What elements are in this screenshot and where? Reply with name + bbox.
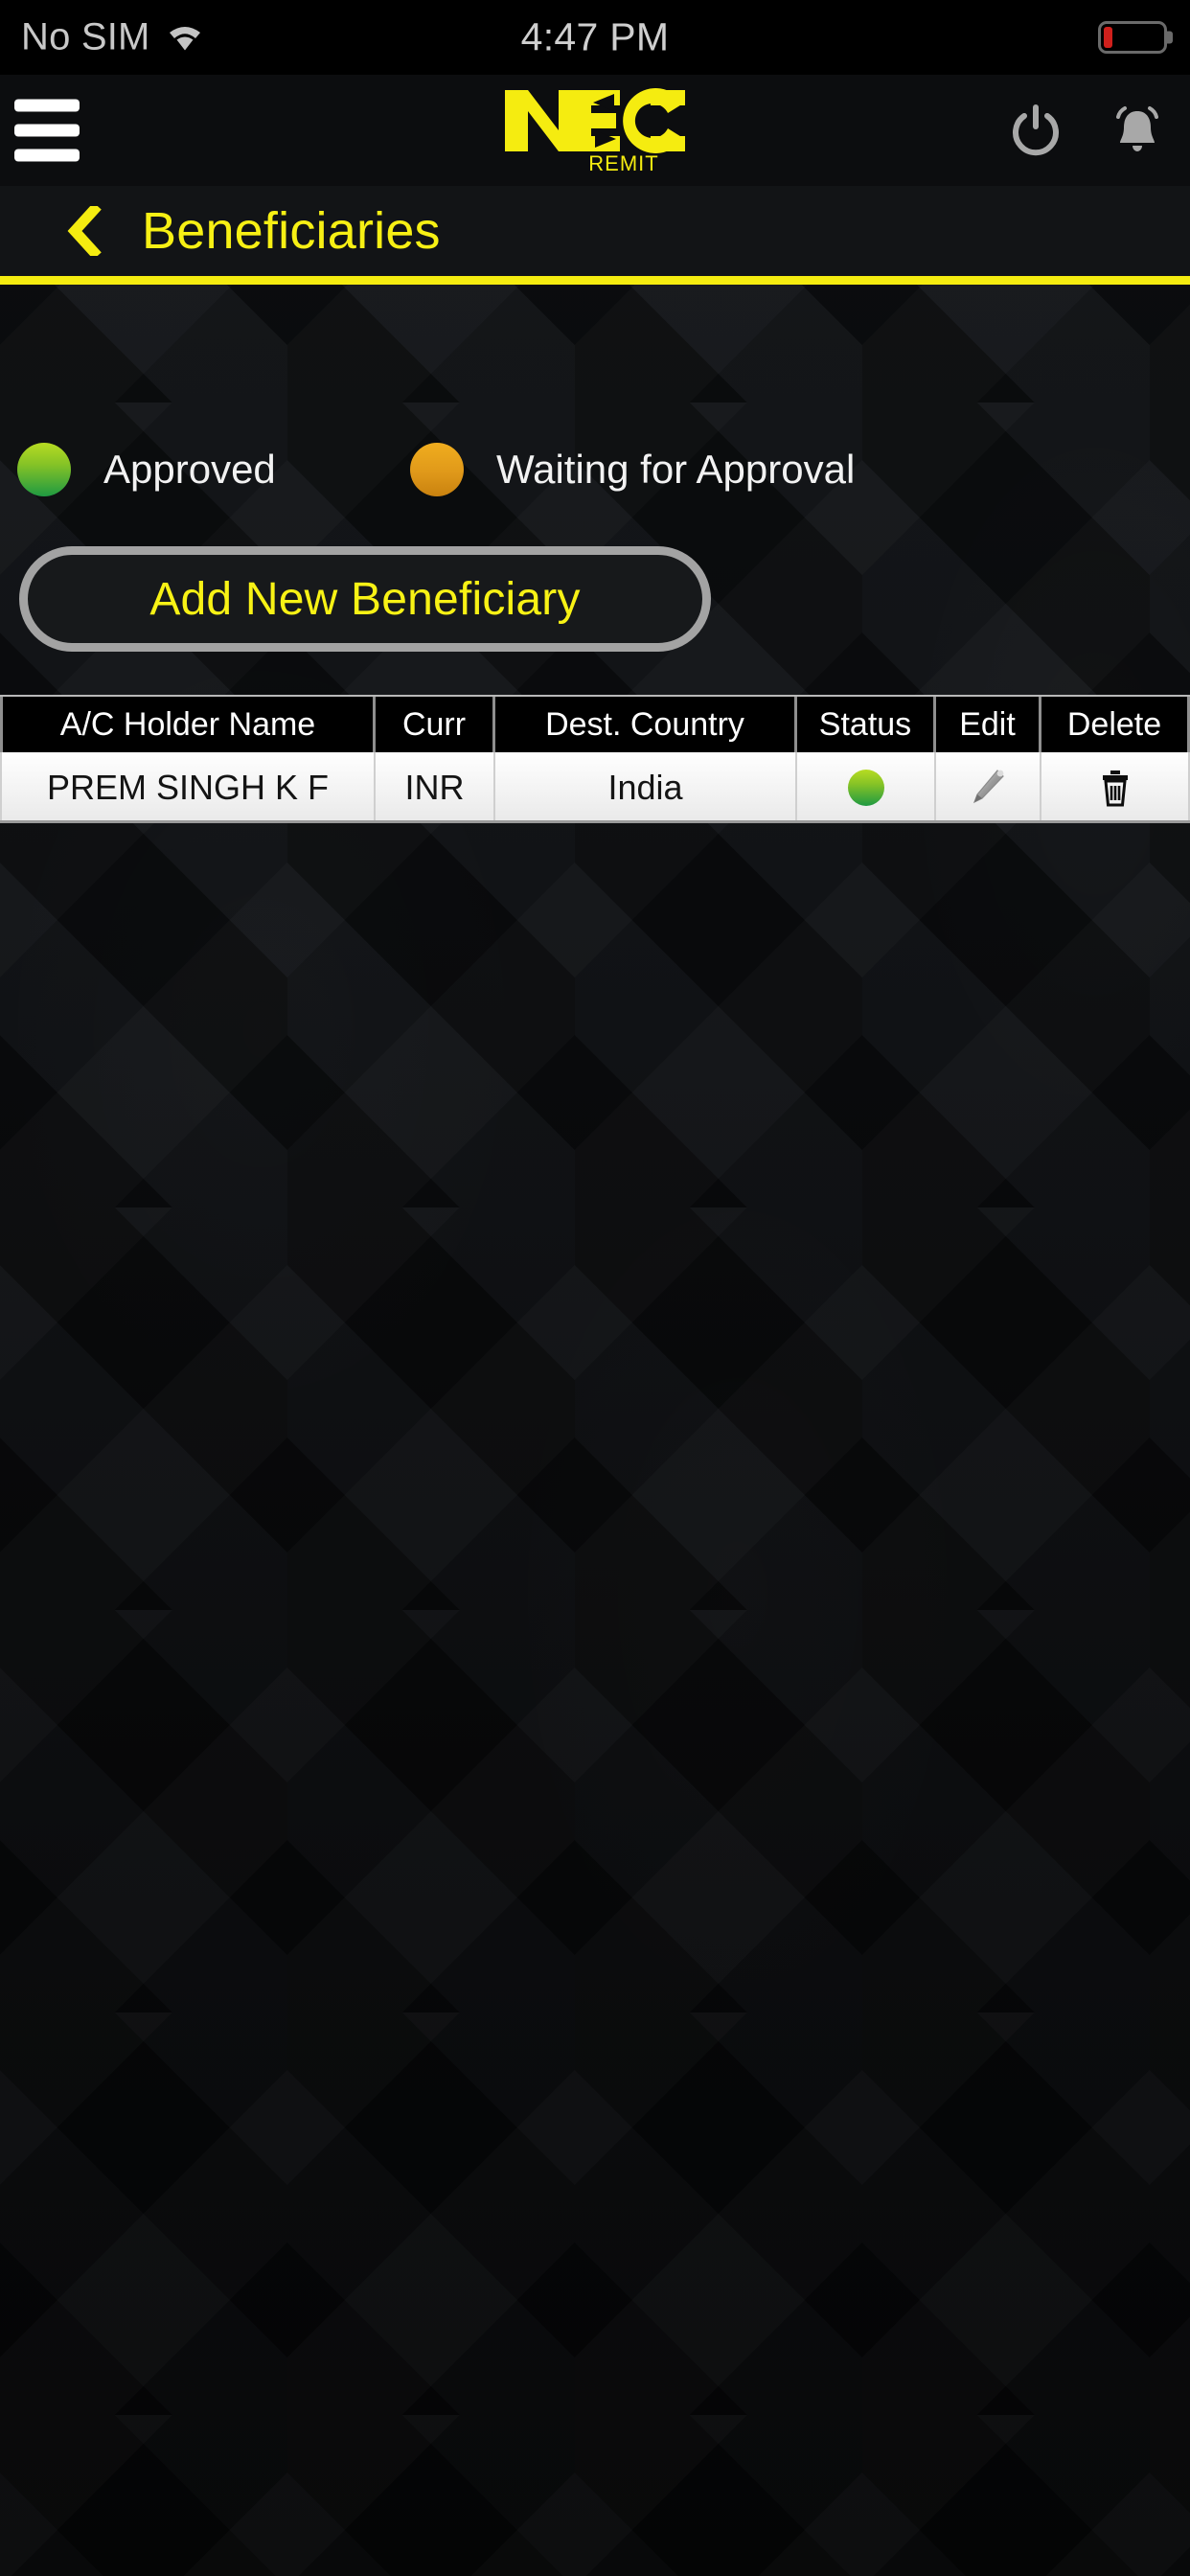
- table-header-row: A/C Holder Name Curr Dest. Country Statu…: [0, 697, 1190, 752]
- delete-beneficiary-button[interactable]: [1041, 752, 1190, 822]
- column-header-currency: Curr: [376, 697, 495, 752]
- nec-remit-logo: REMIT: [499, 84, 691, 176]
- battery-low-icon: [1098, 21, 1173, 54]
- cell-currency: INR: [376, 752, 495, 822]
- status-dot-orange: [410, 443, 464, 496]
- status-bar: No SIM 4:47 PM: [0, 0, 1190, 75]
- add-new-beneficiary-button[interactable]: Add New Beneficiary: [19, 546, 711, 652]
- pencil-icon: [969, 767, 1007, 809]
- status-bar-clock: 4:47 PM: [520, 14, 670, 59]
- legend-item-approved: Approved: [17, 443, 276, 496]
- add-new-beneficiary-label: Add New Beneficiary: [149, 573, 581, 625]
- app-header-actions: [1010, 104, 1163, 157]
- app-screen: No SIM 4:47 PM REMIT Beneficiaries Appro…: [0, 0, 1190, 2576]
- cell-destination-country: India: [495, 752, 797, 822]
- column-header-delete: Delete: [1041, 697, 1190, 752]
- column-header-name: A/C Holder Name: [0, 697, 376, 752]
- svg-text:REMIT: REMIT: [588, 151, 658, 175]
- status-dot-green: [17, 443, 71, 496]
- beneficiaries-table: A/C Holder Name Curr Dest. Country Statu…: [0, 695, 1190, 822]
- bell-icon[interactable]: [1111, 104, 1163, 157]
- status-bar-right: [1098, 21, 1173, 54]
- app-header: REMIT: [0, 75, 1190, 186]
- column-header-status: Status: [797, 697, 936, 752]
- cell-status: [797, 752, 936, 822]
- title-accent-rule: [0, 276, 1190, 285]
- trash-icon: [1096, 767, 1134, 809]
- wifi-icon: [164, 19, 206, 57]
- carrier-label: No SIM: [21, 15, 150, 58]
- status-legend: Approved Waiting for Approval: [0, 443, 1190, 512]
- table-bottom-rule: [0, 820, 1190, 823]
- status-bar-left: No SIM: [21, 16, 206, 59]
- page-title: Beneficiaries: [142, 202, 441, 260]
- power-icon[interactable]: [1010, 104, 1062, 157]
- back-chevron-icon[interactable]: [65, 202, 103, 260]
- edit-beneficiary-button[interactable]: [936, 752, 1041, 822]
- legend-label-waiting: Waiting for Approval: [496, 447, 856, 492]
- cell-account-holder-name: PREM SINGH K F: [0, 752, 376, 822]
- column-header-country: Dest. Country: [495, 697, 797, 752]
- legend-label-approved: Approved: [103, 447, 276, 492]
- status-dot-green: [847, 769, 884, 806]
- column-header-edit: Edit: [936, 697, 1041, 752]
- table-row[interactable]: PREM SINGH K F INR India: [0, 752, 1190, 822]
- legend-item-waiting: Waiting for Approval: [410, 443, 855, 496]
- page-background: [0, 0, 1190, 2576]
- hamburger-menu-icon[interactable]: [14, 99, 80, 162]
- page-title-bar: Beneficiaries: [0, 186, 1190, 276]
